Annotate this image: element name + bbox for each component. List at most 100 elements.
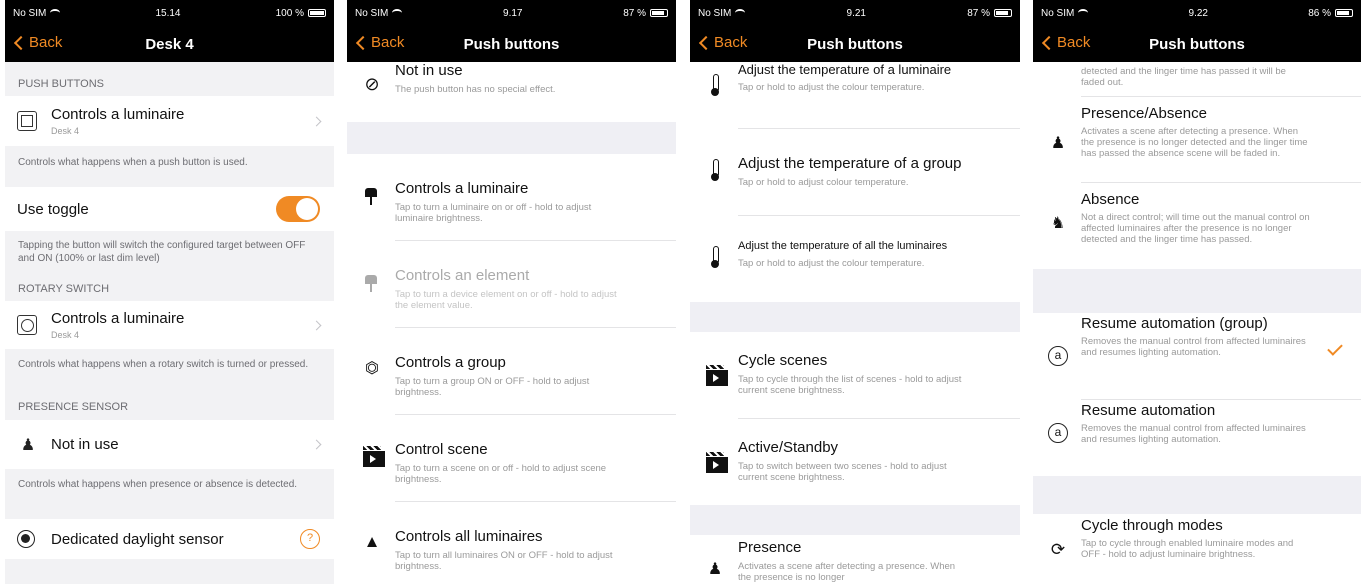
option-active-standby[interactable]: Active/Standby Tap to switch between two… [690, 419, 1020, 505]
clapperboard-icon [706, 365, 728, 386]
section-gap [1033, 269, 1361, 313]
option-adjust-temp-all[interactable]: Adjust the temperature of all the lumina… [690, 216, 1020, 302]
wifi-icon [392, 9, 403, 17]
lamp-icon [363, 275, 385, 293]
option-not-in-use[interactable]: ⊘ Not in use The push button has no spec… [347, 62, 676, 122]
option-control-scene[interactable]: Control scene Tap to turn a scene on or … [347, 415, 676, 501]
battery-icon [649, 9, 668, 17]
rotary-switch-cell[interactable]: Controls a luminaire Desk 4 [5, 301, 334, 349]
chevron-left-icon [355, 35, 371, 50]
screen-push-buttons-2: No SIM 9.21 87 % Back Push buttons Adjus… [690, 0, 1020, 584]
lamp-icon [363, 188, 385, 206]
option-cycle-scenes[interactable]: Cycle scenes Tap to cycle through the li… [690, 332, 1020, 418]
carrier-label: No SIM [355, 7, 389, 19]
carrier-label: No SIM [13, 7, 47, 19]
carrier-label: No SIM [1041, 7, 1075, 19]
status-bar: No SIM 9.17 87 % [347, 0, 676, 26]
page-title: Push buttons [463, 35, 560, 53]
push-footer: Controls what happens when a push button… [5, 146, 334, 187]
nav-bar: Back Push buttons [347, 26, 676, 62]
group-icon: ⏣ [365, 360, 379, 377]
option-adjust-temp-luminaire[interactable]: Adjust the temperature of a luminaire Ta… [690, 62, 1020, 128]
help-icon[interactable]: ? [300, 529, 320, 549]
push-button-label: Controls a luminaire [51, 106, 185, 123]
daylight-label: Dedicated daylight sensor [51, 530, 224, 548]
carrier-label: No SIM [698, 7, 732, 19]
nav-bar: Back Desk 4 [5, 26, 334, 62]
presence-icon: ♟ [20, 436, 36, 454]
battery-percent: 87 % [623, 7, 646, 19]
all-luminaires-icon: ▲ [363, 532, 381, 551]
back-button[interactable]: Back [1041, 34, 1090, 51]
push-button-cell[interactable]: Controls a luminaire Desk 4 [5, 96, 334, 146]
option-controls-luminaire[interactable]: Controls a luminaire Tap to turn a lumin… [347, 154, 676, 240]
option-fragment[interactable]: detected and the linger time has passed … [1033, 62, 1361, 96]
screen-desk-settings: No SIM 15.14 100 % Back Desk 4 PUSH BUTT… [5, 0, 334, 584]
clock: 9.22 [1188, 7, 1208, 19]
wifi-icon [735, 9, 746, 17]
option-cycle-modes[interactable]: ⟳ Cycle through modes Tap to cycle throu… [1033, 514, 1361, 584]
thermometer-icon [710, 74, 732, 96]
option-presence[interactable]: ♟ Presence Activates a scene after detec… [690, 535, 1020, 584]
status-bar: No SIM 9.22 86 % [1033, 0, 1361, 26]
section-gap [690, 302, 1020, 332]
option-resume-automation[interactable]: a Resume automation Removes the manual c… [1033, 400, 1361, 476]
page-title: Desk 4 [145, 35, 194, 53]
automation-icon: a [1048, 346, 1068, 366]
rotary-footer: Controls what happens when a rotary swit… [5, 349, 334, 391]
section-gap [1033, 476, 1361, 514]
page-title: Push buttons [807, 35, 903, 53]
section-gap [690, 505, 1020, 535]
radio-selected-icon [17, 530, 35, 548]
automation-icon: a [1048, 423, 1068, 443]
option-controls-element[interactable]: Controls an element Tap to turn a device… [347, 241, 676, 327]
chevron-left-icon [1041, 35, 1057, 50]
clock: 9.21 [846, 7, 866, 19]
push-button-icon [17, 111, 37, 131]
option-presence-absence[interactable]: ♟ Presence/Absence Activates a scene aft… [1033, 97, 1361, 182]
option-controls-group[interactable]: ⏣ Controls a group Tap to turn a group O… [347, 328, 676, 414]
screen-push-buttons-3: No SIM 9.22 86 % Back Push buttons detec… [1033, 0, 1361, 584]
status-bar: No SIM 9.21 87 % [690, 0, 1020, 26]
battery-percent: 87 % [967, 7, 990, 19]
battery-percent: 86 % [1308, 7, 1331, 19]
presence-footer: Controls what happens when presence or a… [5, 469, 334, 519]
chevron-right-icon [311, 116, 322, 126]
use-toggle-label: Use toggle [17, 200, 89, 218]
cycle-icon: ⟳ [1050, 540, 1066, 559]
option-absence[interactable]: ♞ Absence Not a direct control; will tim… [1033, 183, 1361, 269]
toggle-footer: Tapping the button will switch the confi… [5, 231, 334, 277]
status-bar: No SIM 15.14 100 % [5, 0, 334, 26]
nav-bar: Back Push buttons [690, 26, 1020, 62]
nav-bar: Back Push buttons [1033, 26, 1361, 62]
chevron-right-icon [311, 439, 322, 450]
section-header-push-buttons: PUSH BUTTONS [5, 62, 334, 96]
push-button-sub: Desk 4 [51, 126, 80, 136]
back-button[interactable]: Back [355, 34, 404, 51]
clock: 15.14 [155, 7, 181, 19]
wifi-icon [50, 9, 61, 17]
option-adjust-temp-group[interactable]: Adjust the temperature of a group Tap or… [690, 129, 1020, 215]
use-toggle-switch[interactable] [276, 196, 320, 222]
presence-sensor-cell[interactable]: ♟ Not in use [5, 420, 334, 469]
use-toggle-cell: Use toggle [5, 187, 334, 231]
screen-push-buttons-1: No SIM 9.17 87 % Back Push buttons ⊘ Not… [347, 0, 676, 584]
rotary-switch-icon [17, 315, 37, 335]
option-controls-all-luminaires[interactable]: ▲ Controls all luminaires Tap to turn al… [347, 502, 676, 584]
section-header-presence: PRESENCE SENSOR [5, 391, 334, 420]
section-gap [347, 122, 676, 154]
presence-icon: ♟ [1050, 135, 1066, 152]
presence-icon: ♟ [707, 561, 723, 578]
checkmark-icon [1327, 340, 1343, 356]
daylight-sensor-cell[interactable]: Dedicated daylight sensor ? [5, 519, 334, 559]
thermometer-icon [710, 246, 732, 268]
battery-icon [993, 9, 1012, 17]
section-header-rotary: ROTARY SWITCH [5, 277, 334, 301]
prohibited-icon: ⊘ [364, 74, 380, 94]
option-resume-automation-group[interactable]: a Resume automation (group) Removes the … [1033, 313, 1361, 399]
back-button[interactable]: Back [698, 34, 747, 51]
wifi-icon [1078, 9, 1089, 17]
back-button[interactable]: Back [13, 34, 62, 51]
clapperboard-icon [706, 452, 728, 473]
rotary-sub: Desk 4 [51, 330, 80, 340]
